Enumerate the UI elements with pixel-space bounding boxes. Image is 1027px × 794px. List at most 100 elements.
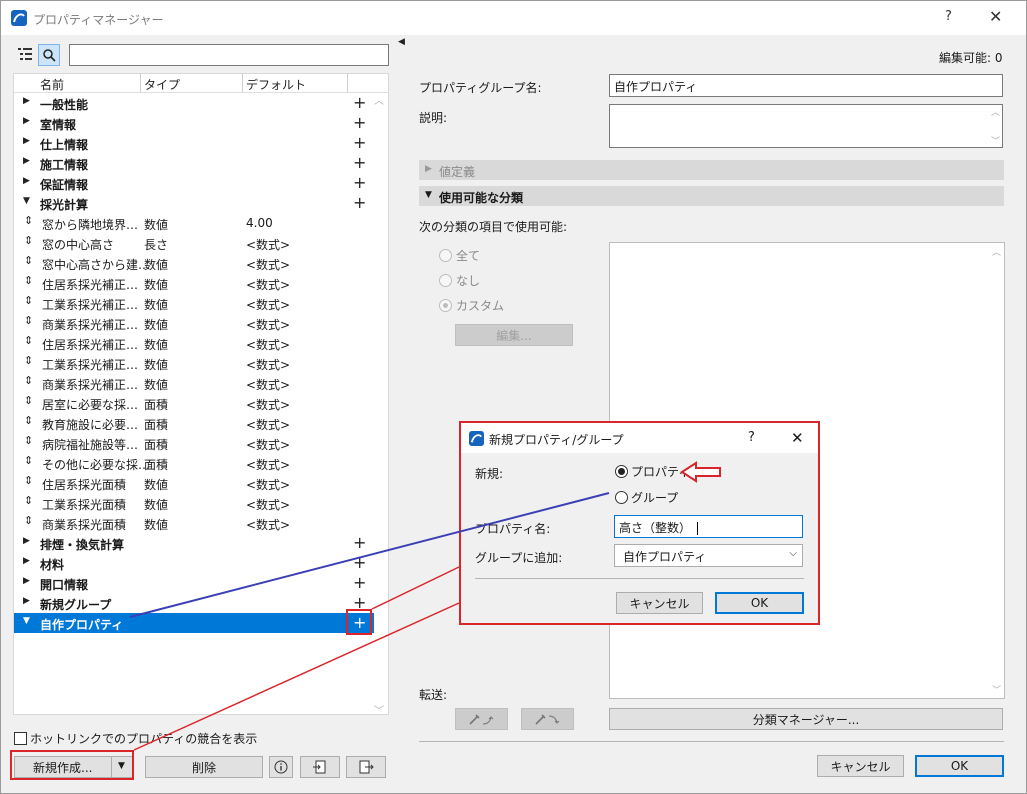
property-row[interactable]: ⇕ 住居系採光面積 数値 <数式> [14,473,374,493]
add-to-group-select[interactable]: 自作プロパティ ⌵ [614,544,803,567]
updown-arrow-icon[interactable]: ⇕ [24,474,33,487]
updown-arrow-icon[interactable]: ⇕ [24,374,33,387]
tree-group-row-expanded[interactable]: ▼ 採光計算 + [14,193,374,213]
property-row[interactable]: ⇕ 窓中心高さから建… 数値 <数式> [14,253,374,273]
property-row[interactable]: ⇕ 工業系採光面積 数値 <数式> [14,493,374,513]
property-row[interactable]: ⇕ 住居系採光補正… 数値 <数式> [14,273,374,293]
property-name-input[interactable]: 高さ（整数） [614,515,803,538]
column-default[interactable]: デフォルト [246,76,306,93]
inject-button[interactable] [521,708,574,730]
updown-arrow-icon[interactable]: ⇕ [24,354,33,367]
expand-arrow-icon[interactable]: ▶ [23,596,30,606]
expand-arrow-icon[interactable]: ▶ [23,96,30,106]
expand-arrow-icon[interactable]: ▶ [23,556,30,566]
collapse-arrow-icon[interactable]: ▼ [23,196,30,206]
property-row[interactable]: ⇕ 病院福祉施設等… 面積 <数式> [14,433,374,453]
property-row[interactable]: ⇕ 住居系採光補正… 数値 <数式> [14,333,374,353]
add-plus-icon[interactable]: + [353,573,366,592]
updown-arrow-icon[interactable]: ⇕ [24,334,33,347]
ok-button[interactable]: OK [915,755,1004,777]
scroll-down-icon[interactable]: ﹀ [991,134,1000,147]
dialog-ok-button[interactable]: OK [715,592,804,614]
collapse-left-icon[interactable]: ◀ [398,37,405,47]
updown-arrow-icon[interactable]: ⇕ [24,234,33,247]
property-row[interactable]: ⇕ 商業系採光補正… 数値 <数式> [14,373,374,393]
add-plus-icon[interactable]: + [353,533,366,552]
expand-arrow-icon[interactable]: ▶ [23,116,30,126]
expand-arrow-icon[interactable]: ▶ [23,176,30,186]
radio-group[interactable] [615,491,628,504]
updown-arrow-icon[interactable]: ⇕ [24,254,33,267]
dialog-cancel-button[interactable]: キャンセル [616,592,703,614]
property-row[interactable]: ⇕ 商業系採光補正… 数値 <数式> [14,313,374,333]
tree-group-row-selected[interactable]: ▼ 自作プロパティ + [14,613,374,633]
updown-arrow-icon[interactable]: ⇕ [24,514,33,527]
tree-group-row[interactable]: ▶ 一般性能 + [14,93,374,113]
property-row[interactable]: ⇕ その他に必要な採… 面積 <数式> [14,453,374,473]
collapse-arrow-icon[interactable]: ▼ [23,616,30,626]
property-row[interactable]: ⇕ 工業系採光補正… 数値 <数式> [14,353,374,373]
tree-group-row[interactable]: ▶ 保証情報 + [14,173,374,193]
updown-arrow-icon[interactable]: ⇕ [24,274,33,287]
updown-arrow-icon[interactable]: ⇕ [24,394,33,407]
radio-custom[interactable] [439,299,452,312]
tree-group-row[interactable]: ▶ 新規グループ + [14,593,374,613]
property-row[interactable]: ⇕ 窓から隣地境界… 数値 4.00 [14,213,374,233]
add-plus-icon[interactable]: + [353,93,366,112]
property-row[interactable]: ⇕ 工業系採光補正… 数値 <数式> [14,293,374,313]
expand-arrow-icon[interactable]: ▶ [23,576,30,586]
search-input[interactable] [69,44,389,66]
property-row[interactable]: ⇕ 商業系採光面積 数値 <数式> [14,513,374,533]
radio-none[interactable] [439,274,452,287]
add-plus-icon[interactable]: + [353,113,366,132]
column-type[interactable]: タイプ [144,76,180,93]
property-row[interactable]: ⇕ 教育施設に必要… 面積 <数式> [14,413,374,433]
tree-group-row[interactable]: ▶ 材料 + [14,553,374,573]
updown-arrow-icon[interactable]: ⇕ [24,314,33,327]
hotlink-checkbox[interactable] [14,732,27,745]
import-button[interactable] [300,756,340,778]
updown-arrow-icon[interactable]: ⇕ [24,294,33,307]
add-plus-icon[interactable]: + [353,133,366,152]
property-row[interactable]: ⇕ 居室に必要な採… 面積 <数式> [14,393,374,413]
add-plus-icon[interactable]: + [353,153,366,172]
updown-arrow-icon[interactable]: ⇕ [24,214,33,227]
expand-arrow-icon[interactable]: ▶ [425,164,432,174]
column-name[interactable]: 名前 [40,76,64,93]
expand-arrow-icon[interactable]: ▶ [23,136,30,146]
classification-section[interactable]: ▼ 使用可能な分類 [419,186,1004,206]
scroll-down-icon[interactable]: ﹀ [374,702,384,714]
help-button[interactable]: ? [945,9,952,24]
value-definition-section[interactable]: ▶ 値定義 [419,160,1004,180]
updown-arrow-icon[interactable]: ⇕ [24,414,33,427]
info-button[interactable] [269,756,293,778]
updown-arrow-icon[interactable]: ⇕ [24,494,33,507]
pick-up-button[interactable] [455,708,508,730]
classification-manager-button[interactable]: 分類マネージャー... [609,708,1003,730]
add-plus-icon[interactable]: + [353,173,366,192]
add-plus-icon[interactable]: + [353,553,366,572]
scroll-up-icon[interactable]: ︿ [991,105,1000,118]
scroll-up-icon[interactable]: ︿ [992,245,1001,258]
expand-arrow-icon[interactable]: ▶ [23,536,30,546]
tree-view-icon[interactable] [15,44,35,64]
scroll-up-icon[interactable]: ︿ [374,92,384,107]
description-field[interactable]: ︿ ﹀ [609,104,1003,148]
tree-group-row[interactable]: ▶ 施工情報 + [14,153,374,173]
dialog-help-button[interactable]: ? [748,430,755,445]
dialog-close-button[interactable]: ✕ [791,429,804,447]
radio-property[interactable] [615,465,628,478]
expand-arrow-icon[interactable]: ▶ [23,156,30,166]
updown-arrow-icon[interactable]: ⇕ [24,434,33,447]
collapse-arrow-icon[interactable]: ▼ [425,190,432,200]
export-button[interactable] [346,756,386,778]
cancel-button[interactable]: キャンセル [817,755,904,777]
updown-arrow-icon[interactable]: ⇕ [24,454,33,467]
group-name-field[interactable]: 自作プロパティ [609,74,1003,97]
close-button[interactable]: ✕ [989,7,1002,26]
add-plus-icon[interactable]: + [353,193,366,212]
scroll-down-icon[interactable]: ﹀ [992,683,1001,696]
tree-group-row[interactable]: ▶ 排煙・換気計算 + [14,533,374,553]
property-row[interactable]: ⇕ 窓の中心高さ 長さ <数式> [14,233,374,253]
tree-group-row[interactable]: ▶ 室情報 + [14,113,374,133]
